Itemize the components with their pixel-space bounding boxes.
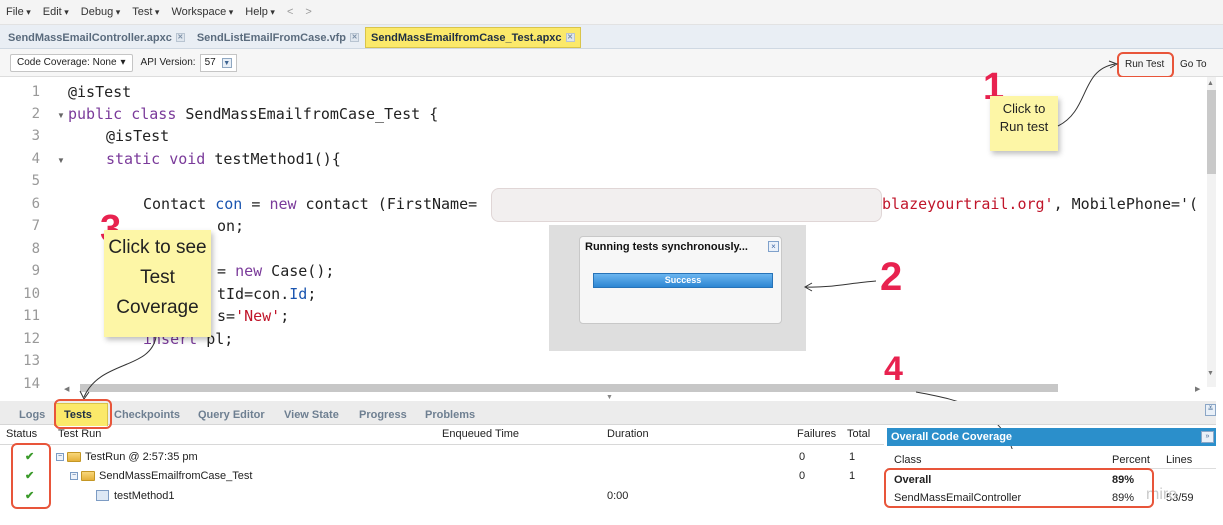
tab-query-editor[interactable]: Query Editor bbox=[198, 409, 265, 421]
expand-coverage-icon[interactable]: » bbox=[1201, 431, 1214, 443]
coverage-panel-title: Overall Code Coverage bbox=[887, 428, 1216, 446]
coverage-table-header: Class Percent Lines bbox=[887, 449, 1216, 469]
collapse-panel-icon[interactable]: ≚ bbox=[1205, 404, 1216, 416]
folder-icon bbox=[81, 471, 95, 481]
panel-tab-bar bbox=[0, 401, 1216, 425]
tab-checkpoints[interactable]: Checkpoints bbox=[114, 409, 180, 421]
tab-logs[interactable]: Logs bbox=[19, 409, 45, 421]
arrow-to-modal bbox=[805, 280, 877, 288]
test-method-icon bbox=[96, 490, 109, 501]
col-lines[interactable]: Lines bbox=[1166, 454, 1192, 466]
test-class-name[interactable]: SendMassEmailfromCase_Test bbox=[99, 470, 252, 482]
col-duration[interactable]: Duration bbox=[607, 428, 649, 440]
annotation-arrows bbox=[79, 60, 1119, 471]
col-status[interactable]: Status bbox=[6, 428, 37, 440]
test-method-duration: 0:00 bbox=[607, 490, 629, 502]
tree-collapse-icon[interactable]: − bbox=[56, 453, 64, 461]
arrow-to-tests-tab bbox=[83, 336, 157, 398]
tests-tab-highlight bbox=[54, 399, 112, 429]
col-total[interactable]: Total bbox=[847, 428, 870, 440]
coverage-highlight bbox=[884, 468, 1154, 508]
tab-progress[interactable]: Progress bbox=[359, 409, 407, 421]
status-column-highlight bbox=[11, 443, 51, 509]
test-method-name[interactable]: testMethod1 bbox=[114, 490, 175, 502]
test-class-failures: 0 bbox=[799, 470, 806, 482]
tree-collapse-icon[interactable]: − bbox=[70, 472, 78, 480]
test-class-total: 1 bbox=[849, 470, 856, 482]
tab-view-state[interactable]: View State bbox=[284, 409, 339, 421]
col-class[interactable]: Class bbox=[894, 454, 922, 466]
col-percent[interactable]: Percent bbox=[1112, 454, 1150, 466]
developer-console: File Edit Debug Test Workspace Help < > … bbox=[0, 0, 1223, 525]
col-test-run[interactable]: Test Run bbox=[58, 428, 101, 440]
test-run-failures: 0 bbox=[799, 451, 806, 463]
col-failures[interactable]: Failures bbox=[797, 428, 836, 440]
arrow-to-run-test bbox=[1057, 63, 1116, 127]
test-run-total: 1 bbox=[849, 451, 856, 463]
table-header-divider bbox=[0, 444, 884, 445]
tab-problems[interactable]: Problems bbox=[425, 409, 475, 421]
folder-icon bbox=[67, 452, 81, 462]
test-run-name[interactable]: TestRun @ 2:57:35 pm bbox=[85, 451, 198, 463]
col-enqueued-time[interactable]: Enqueued Time bbox=[442, 428, 519, 440]
